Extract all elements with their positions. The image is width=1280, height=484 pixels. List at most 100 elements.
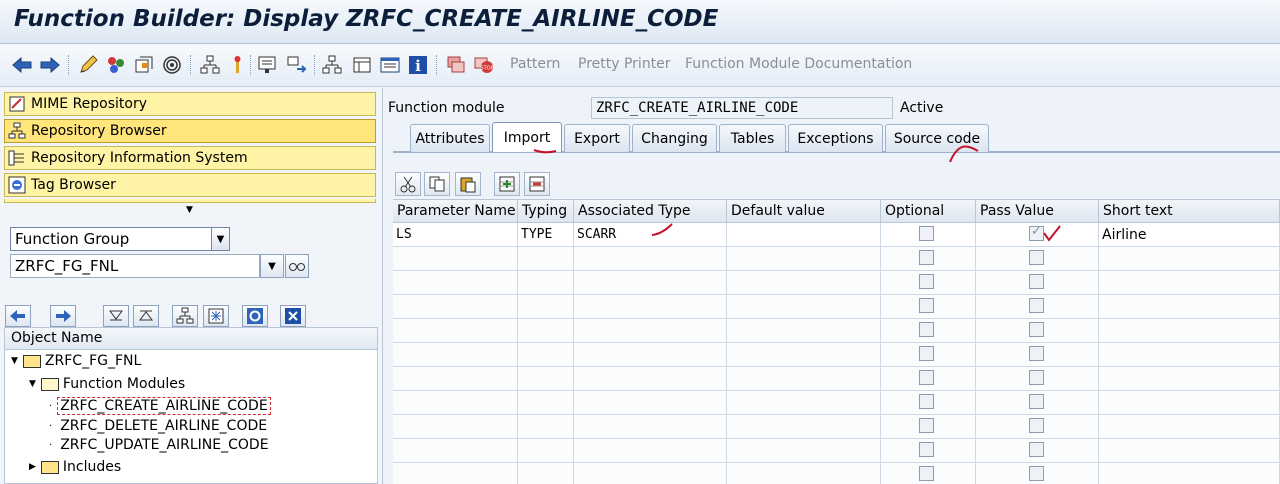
empty-cell[interactable] [574,439,727,463]
empty-cell[interactable] [881,343,976,367]
empty-cell[interactable] [881,439,976,463]
display-glasses-icon[interactable] [285,254,309,278]
empty-cell[interactable] [574,271,727,295]
empty-cell[interactable] [574,391,727,415]
object-name-input[interactable]: ZRFC_FG_FNL [10,254,260,278]
pass-value-checkbox[interactable] [1029,250,1044,265]
chevron-down-icon[interactable]: ▼ [211,228,229,250]
pass-value-checkbox[interactable] [1029,224,1044,241]
empty-cell[interactable] [574,463,727,484]
close-icon[interactable] [280,305,306,327]
empty-cell[interactable] [1099,343,1280,367]
empty-cell[interactable] [574,319,727,343]
tree-node-root[interactable]: ▼ ZRFC_FG_FNL [11,351,141,371]
empty-cell[interactable] [976,463,1099,484]
optional-checkbox[interactable] [919,394,934,409]
empty-cell[interactable] [393,367,518,391]
empty-cell[interactable] [727,295,881,319]
empty-cell[interactable] [574,247,727,271]
tab-changing[interactable]: Changing [632,124,717,152]
column-header[interactable]: Pass Value [976,200,1099,223]
empty-cell[interactable] [1099,319,1280,343]
empty-cell[interactable] [881,247,976,271]
nav-tag-browser[interactable]: Tag Browser [4,173,376,197]
documentation-button[interactable]: Function Module Documentation [685,56,912,72]
typing-cell[interactable]: TYPE [518,223,574,247]
empty-cell[interactable] [1099,391,1280,415]
display-object-list-icon[interactable] [256,53,280,77]
optional-checkbox[interactable] [919,418,934,433]
function-module-field[interactable]: ZRFC_CREATE_AIRLINE_CODE [591,97,893,119]
column-header[interactable]: Typing [518,200,574,223]
pass-value-checkbox[interactable] [1029,322,1044,337]
tree-node-function-modules[interactable]: ▼ Function Modules [29,374,185,394]
empty-cell[interactable] [976,415,1099,439]
short-text-cell[interactable]: Airline [1099,223,1280,247]
main-program-icon[interactable] [320,53,344,77]
copy-icon[interactable] [424,172,450,196]
other-object-icon[interactable] [104,53,128,77]
empty-cell[interactable] [881,295,976,319]
test-icon[interactable] [226,53,250,77]
empty-cell[interactable] [574,343,727,367]
empty-cell[interactable] [976,439,1099,463]
empty-cell[interactable] [393,463,518,484]
empty-cell[interactable] [393,391,518,415]
empty-cell[interactable] [518,247,574,271]
empty-cell[interactable] [518,415,574,439]
pass-value-checkbox[interactable] [1029,370,1044,385]
empty-cell[interactable] [881,415,976,439]
associated-type-cell[interactable]: SCARR [574,223,727,247]
empty-cell[interactable] [1099,463,1280,484]
empty-cell[interactable] [518,271,574,295]
pass-value-checkbox[interactable] [1029,418,1044,433]
nav-mime-repository[interactable]: MIME Repository [4,92,376,116]
empty-cell[interactable] [518,439,574,463]
tree-node-function-module[interactable]: · ZRFC_UPDATE_AIRLINE_CODE [49,435,269,455]
forward-icon[interactable] [38,53,62,77]
empty-cell[interactable] [727,367,881,391]
empty-cell[interactable] [976,319,1099,343]
collapsed-triangle-icon[interactable]: ▶ [29,462,36,472]
navigation-window-icon[interactable] [284,53,308,77]
delete-row-icon[interactable] [524,172,550,196]
tree-back-icon[interactable] [5,305,31,327]
expanded-triangle-icon[interactable]: ▼ [11,356,18,366]
tab-import[interactable]: Import [492,122,562,152]
empty-cell[interactable] [518,367,574,391]
empty-cell[interactable] [1099,415,1280,439]
optional-checkbox[interactable] [919,226,934,241]
empty-cell[interactable] [518,295,574,319]
expanded-triangle-icon[interactable]: ▼ [29,379,36,389]
empty-cell[interactable] [393,415,518,439]
default-value-cell[interactable] [727,223,881,247]
tab-export[interactable]: Export [564,124,630,152]
tree-node-includes[interactable]: ▶ Includes [29,457,121,477]
tree-node-function-module[interactable]: · ZRFC_CREATE_AIRLINE_CODE [49,396,271,416]
optional-checkbox[interactable] [919,250,934,265]
empty-cell[interactable] [976,295,1099,319]
cut-icon[interactable] [395,172,421,196]
enhance-icon[interactable] [444,53,468,77]
empty-cell[interactable] [881,319,976,343]
object-type-select[interactable]: Function Group ▼ [10,227,230,251]
optional-checkbox[interactable] [919,298,934,313]
tab-source-code[interactable]: Source code [885,124,989,152]
optional-checkbox[interactable] [919,442,934,457]
tab-tables[interactable]: Tables [719,124,786,152]
optional-checkbox[interactable] [919,274,934,289]
stop-icon[interactable]: STOP [472,53,496,77]
empty-cell[interactable] [393,439,518,463]
empty-cell[interactable] [976,247,1099,271]
empty-cell[interactable] [518,319,574,343]
optional-checkbox[interactable] [919,466,934,481]
nav-repository-info-system[interactable]: Repository Information System [4,146,376,170]
column-header[interactable]: Short text [1099,200,1280,223]
list-icon[interactable] [378,53,402,77]
paste-icon[interactable] [455,172,481,196]
column-header[interactable]: Optional [881,200,976,223]
object-name-dropdown-icon[interactable]: ▼ [260,254,284,278]
column-header[interactable]: Default value [727,200,881,223]
empty-cell[interactable] [976,367,1099,391]
insert-row-icon[interactable] [494,172,520,196]
